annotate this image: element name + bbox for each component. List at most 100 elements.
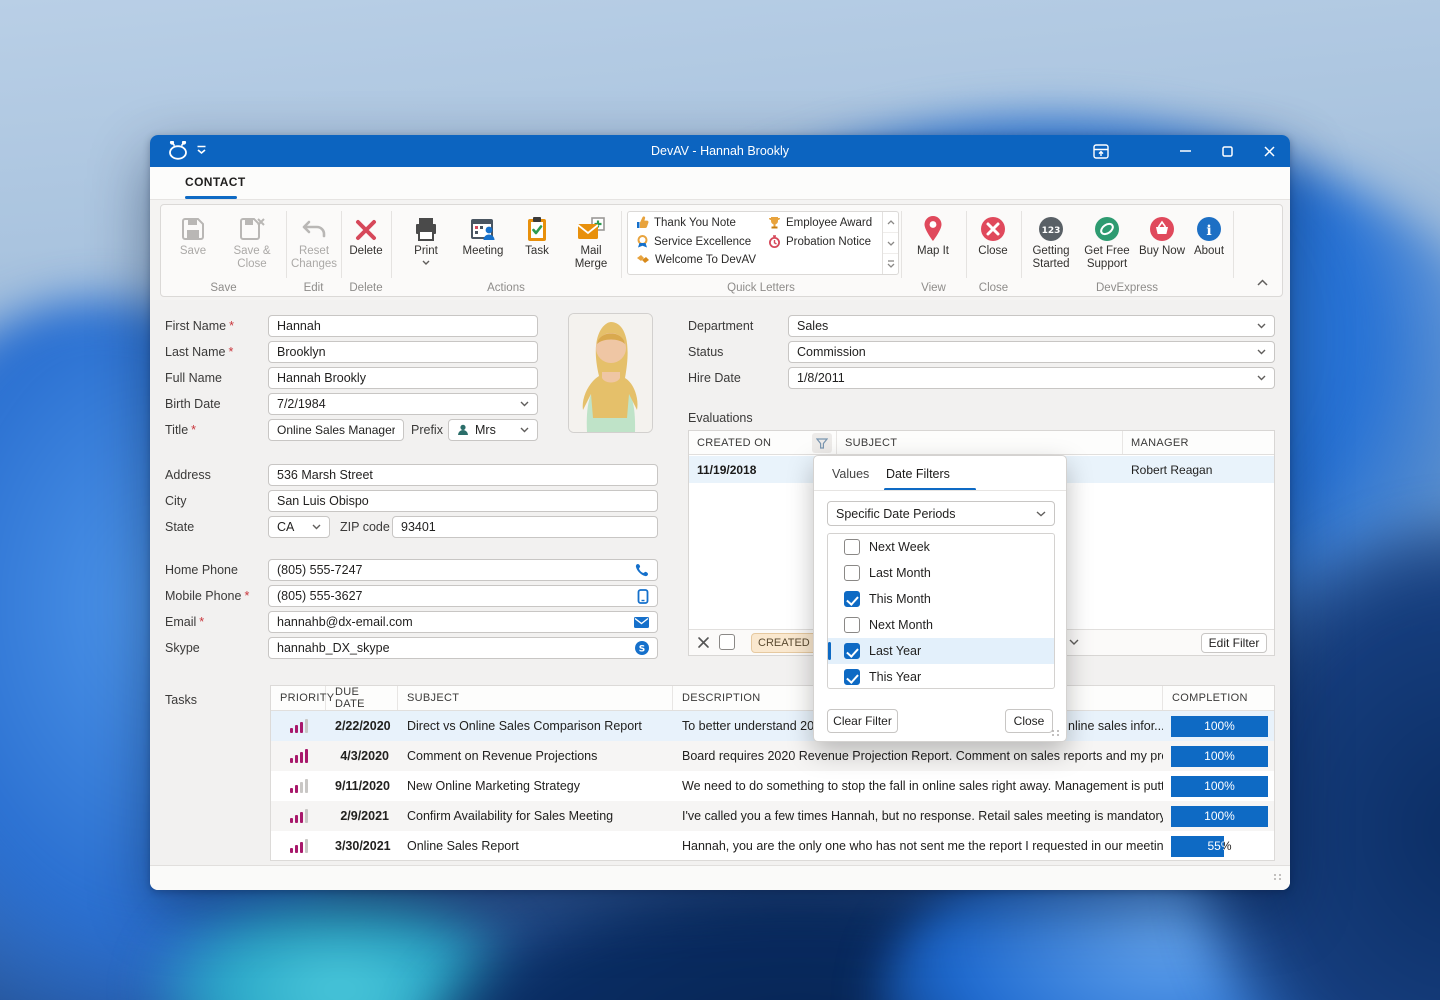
completion-bar: 100%100% — [1171, 776, 1268, 797]
title-field[interactable] — [268, 419, 404, 441]
filter-enabled-checkbox[interactable] — [719, 634, 735, 650]
completion-bar: 55%55% — [1171, 836, 1268, 857]
last-name-field[interactable] — [268, 341, 538, 363]
skype-icon: S — [635, 641, 649, 655]
quick-letter-welcome-to-devav[interactable]: Welcome To DevAV — [636, 254, 756, 266]
tab-contact[interactable]: CONTACT — [185, 175, 246, 189]
list-item-this-year[interactable]: This Year — [828, 664, 1054, 689]
task-row[interactable]: 9/11/2020 New Online Marketing Strategy … — [271, 771, 1274, 801]
getting-started-button[interactable]: 123 Getting Started — [1025, 210, 1077, 271]
priority-bars-icon — [290, 809, 308, 823]
list-item-this-month[interactable]: This Month — [828, 586, 1054, 612]
column-header-created-on[interactable]: CREATED ON — [689, 431, 837, 454]
column-header-priority[interactable]: PRIORITY — [271, 686, 326, 710]
window-close-button[interactable] — [1248, 135, 1290, 167]
city-field[interactable] — [268, 490, 658, 512]
clear-filter-button[interactable]: Clear Filter — [827, 709, 898, 733]
date-period-list: Next Week Last Month This Month Next Mon… — [827, 533, 1055, 689]
status-combo[interactable]: Commission — [788, 341, 1275, 363]
window-resize-grip[interactable] — [1274, 874, 1282, 880]
hire-date-combo[interactable]: 1/8/2011 — [788, 367, 1275, 389]
description-cell: Hannah, you are the only one who has not… — [673, 839, 1163, 853]
task-button[interactable]: Task — [517, 210, 557, 258]
zip-field[interactable] — [392, 516, 658, 538]
remove-filter-icon[interactable] — [697, 636, 710, 649]
column-header-manager[interactable]: MANAGER — [1123, 431, 1274, 454]
department-combo[interactable]: Sales — [788, 315, 1275, 337]
thumbs-up-icon — [636, 216, 649, 229]
get-free-support-button[interactable]: Get Free Support — [1079, 210, 1135, 271]
meeting-button[interactable]: Meeting — [455, 210, 511, 258]
due-date-cell: 3/30/2021 — [326, 839, 398, 853]
address-field[interactable] — [268, 464, 658, 486]
state-combo[interactable]: CA — [268, 516, 330, 538]
filter-funnel-icon[interactable] — [812, 433, 832, 453]
quick-letter-thank-you-note[interactable]: Thank You Note — [636, 216, 736, 229]
list-item-next-week[interactable]: Next Week — [828, 534, 1054, 560]
ribbon-display-options-button[interactable] — [1080, 135, 1122, 167]
stopwatch-icon — [768, 235, 781, 248]
email-label: Email* — [165, 615, 204, 629]
task-row[interactable]: 2/9/2021 Confirm Availability for Sales … — [271, 801, 1274, 831]
column-header-subject[interactable]: SUBJECT — [398, 686, 673, 710]
close-record-button[interactable]: Close — [970, 210, 1016, 258]
email-field[interactable] — [268, 611, 658, 633]
description-cell: Board requires 2020 Revenue Projection R… — [673, 749, 1163, 763]
buy-now-button[interactable]: Buy Now — [1137, 210, 1187, 258]
reset-changes-button[interactable]: Reset Changes — [287, 210, 341, 271]
quick-letter-employee-award[interactable]: Employee Award — [768, 216, 872, 229]
ribbon-panel: Save Save & Close Save Reset Changes — [160, 204, 1283, 297]
ribbon-group-devexpress: 123 Getting Started Get Free Support Buy… — [1021, 205, 1233, 296]
full-name-field[interactable] — [268, 367, 538, 389]
quick-letter-service-excellence[interactable]: Service Excellence — [636, 235, 751, 248]
date-period-combo[interactable]: Specific Date Periods — [827, 501, 1055, 526]
more-items-button[interactable] — [883, 254, 898, 274]
evaluations-header: CREATED ON SUBJECT MANAGER — [689, 431, 1274, 455]
task-row[interactable]: 3/30/2021 Online Sales Report Hannah, yo… — [271, 831, 1274, 861]
print-button[interactable]: Print — [403, 210, 449, 265]
birth-date-field[interactable] — [268, 393, 538, 415]
prefix-combo[interactable]: Mrs — [448, 419, 538, 441]
task-row[interactable]: 2/22/2020 Direct vs Online Sales Compari… — [271, 711, 1274, 741]
column-header-subject[interactable]: SUBJECT — [837, 431, 1123, 454]
filter-mru-chevron-icon[interactable] — [1069, 639, 1079, 646]
popup-tab-date-filters[interactable]: Date Filters — [886, 467, 950, 481]
mail-merge-button[interactable]: Mail Merge — [563, 210, 619, 271]
about-button[interactable]: i About — [1189, 210, 1229, 258]
first-name-field[interactable] — [268, 315, 538, 337]
list-item-next-month[interactable]: Next Month — [828, 612, 1054, 638]
undo-icon — [301, 210, 327, 242]
app-window: DevAV - Hannah Brookly CONTACT — [150, 135, 1290, 890]
column-header-completion[interactable]: COMPLETION — [1163, 686, 1274, 710]
home-phone-field[interactable] — [268, 559, 658, 581]
mobile-phone-label: Mobile Phone* — [165, 589, 249, 603]
scroll-down-button[interactable] — [883, 233, 898, 254]
task-row[interactable]: 4/3/2020 Comment on Revenue Projections … — [271, 741, 1274, 771]
mobile-phone-field[interactable] — [268, 585, 658, 607]
delete-button[interactable]: Delete — [343, 210, 389, 258]
chevron-down-icon — [520, 427, 529, 433]
list-item-last-year[interactable]: Last Year — [828, 638, 1054, 664]
save-and-close-button[interactable]: Save & Close — [223, 210, 281, 271]
skype-field[interactable]: S — [268, 637, 658, 659]
support-icon — [1094, 210, 1120, 242]
save-button[interactable]: Save — [167, 210, 219, 258]
popup-close-button[interactable]: Close — [1005, 709, 1053, 733]
filter-chip[interactable]: CREATED ON — [751, 633, 817, 653]
quick-letter-probation-notice[interactable]: Probation Notice — [768, 235, 871, 248]
minimize-button[interactable] — [1164, 135, 1206, 167]
department-label: Department — [688, 319, 753, 333]
map-it-button[interactable]: Map It — [909, 210, 957, 258]
chevron-down-icon — [1257, 349, 1266, 355]
checkbox — [844, 669, 860, 685]
scroll-up-button[interactable] — [883, 212, 898, 233]
popup-tab-values[interactable]: Values — [832, 467, 869, 481]
skype-label: Skype — [165, 641, 200, 655]
edit-filter-button[interactable]: Edit Filter — [1201, 633, 1267, 653]
print-icon — [413, 210, 439, 242]
maximize-button[interactable] — [1206, 135, 1248, 167]
collapse-ribbon-chevron-icon[interactable] — [1257, 279, 1268, 286]
list-item-last-month[interactable]: Last Month — [828, 560, 1054, 586]
column-header-due-date[interactable]: DUE DATE — [326, 686, 398, 710]
popup-resize-grip[interactable] — [1052, 730, 1060, 736]
